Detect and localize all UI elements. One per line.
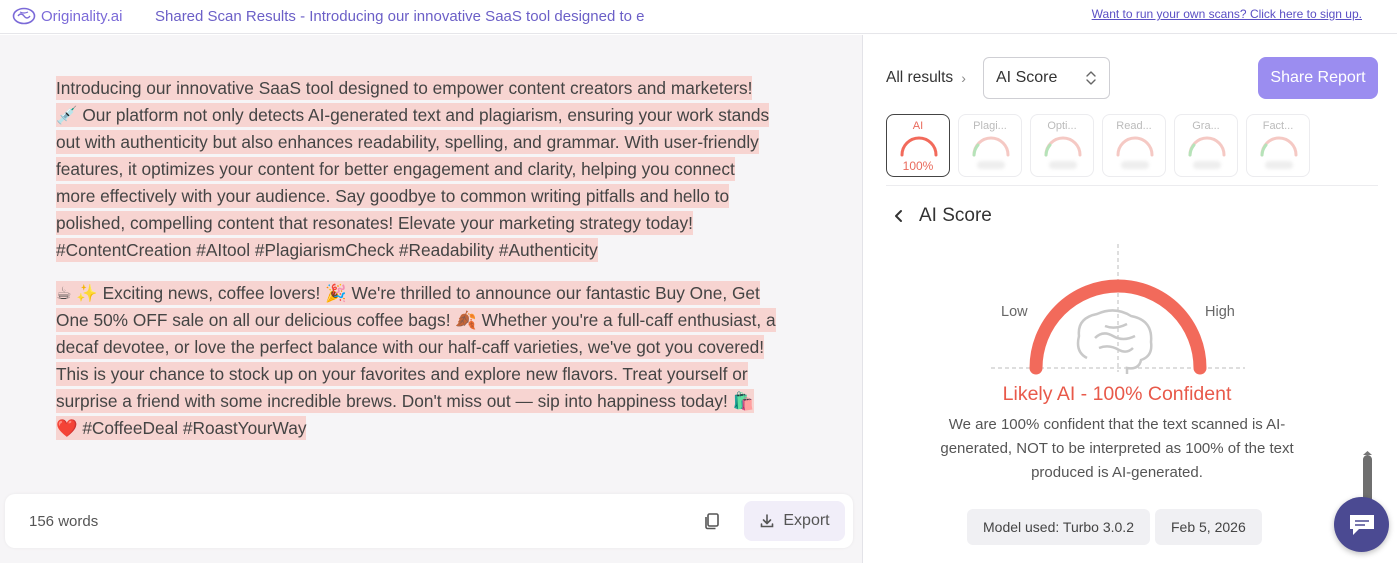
- tab-readability[interactable]: Read...: [1102, 114, 1166, 177]
- blurred-value: [977, 161, 1005, 169]
- verdict-text: Likely AI - 100% Confident: [1002, 383, 1232, 405]
- paragraph: ☕ ✨ Exciting news, coffee lovers! 🎉 We'r…: [56, 280, 776, 442]
- tab-label: AI: [912, 120, 924, 132]
- mini-gauge-icon: [972, 136, 1010, 157]
- verdict-description: We are 100% confident that the text scan…: [940, 416, 1294, 481]
- blurred-value: [1121, 161, 1149, 169]
- tab-label: Opti...: [1047, 120, 1077, 132]
- export-button[interactable]: Export: [744, 501, 845, 541]
- highlighted-text: ☕ ✨ Exciting news, coffee lovers! 🎉 We'r…: [56, 281, 776, 440]
- download-icon: [761, 514, 774, 528]
- updown-chevron-icon: [1086, 71, 1096, 85]
- date-chip: Feb 5, 2026: [1155, 509, 1262, 545]
- tab-grammar[interactable]: Gra...: [1174, 114, 1238, 177]
- select-value: AI Score: [996, 69, 1058, 86]
- blurred-value: [1265, 161, 1293, 169]
- tab-label: Fact...: [1262, 120, 1294, 132]
- tab-ai[interactable]: AI 100%: [886, 114, 950, 177]
- all-results-label: All results: [886, 69, 954, 86]
- divider: [886, 185, 1378, 186]
- tab-fact-check[interactable]: Fact...: [1246, 114, 1310, 177]
- mini-gauge-icon: [1188, 136, 1226, 157]
- section-title: AI Score: [919, 205, 992, 226]
- word-count: 156 words: [29, 513, 99, 530]
- ai-score-gauge-area: Low High Likely AI - 100% Confident We a…: [863, 240, 1397, 545]
- signup-link[interactable]: Want to run your own scans? Click here t…: [1092, 7, 1362, 21]
- score-tabs: AI 100% Plagi... Opti... Read... Gra... …: [886, 114, 1310, 177]
- paragraph: Introducing our innovative SaaS tool des…: [56, 75, 776, 264]
- mini-gauge-icon: [1116, 136, 1154, 157]
- meta-chips: Model used: Turbo 3.0.2 Feb 5, 2026: [967, 509, 1262, 545]
- top-bar: Originality.ai Shared Scan Results - Int…: [0, 0, 1397, 34]
- mini-gauge-icon: [1260, 136, 1298, 157]
- chat-button[interactable]: [1334, 497, 1389, 552]
- export-label: Export: [783, 512, 830, 529]
- gauge-high-label: High: [1205, 304, 1235, 320]
- scanned-text: Introducing our innovative SaaS tool des…: [56, 75, 776, 458]
- tab-label: Gra...: [1192, 120, 1220, 132]
- model-chip: Model used: Turbo 3.0.2: [967, 509, 1150, 545]
- copy-icon[interactable]: [702, 511, 722, 531]
- document-footer: 156 words Export: [5, 494, 853, 548]
- highlighted-text: Introducing our innovative SaaS tool des…: [56, 76, 770, 262]
- brain-watermark-icon: [1076, 309, 1153, 374]
- mini-gauge-icon: [900, 136, 938, 157]
- brain-logo-icon: [12, 7, 36, 25]
- all-results-link[interactable]: All results ›: [886, 69, 966, 87]
- blurred-value: [1049, 161, 1077, 169]
- score-type-select[interactable]: AI Score: [983, 57, 1110, 99]
- blurred-value: [1193, 161, 1221, 169]
- mini-gauge-icon: [1044, 136, 1082, 157]
- chat-icon: [1349, 514, 1374, 535]
- tab-label: Read...: [1116, 120, 1152, 132]
- document-panel: Introducing our innovative SaaS tool des…: [0, 35, 862, 563]
- tab-plagiarism[interactable]: Plagi...: [958, 114, 1022, 177]
- back-chevron-icon[interactable]: [893, 209, 905, 223]
- gauge-low-label: Low: [1001, 304, 1028, 320]
- share-report-button[interactable]: Share Report: [1258, 57, 1378, 99]
- tab-optimization[interactable]: Opti...: [1030, 114, 1094, 177]
- chevron-right-icon: ›: [961, 70, 966, 86]
- logo-text: Originality.ai: [41, 7, 123, 25]
- logo[interactable]: Originality.ai: [12, 7, 122, 25]
- section-header: AI Score: [893, 205, 992, 227]
- tab-value: 100%: [902, 159, 934, 173]
- document-title: Shared Scan Results - Introducing our in…: [155, 8, 645, 25]
- results-panel: All results › AI Score Share Report AI 1…: [863, 35, 1397, 563]
- tab-label: Plagi...: [973, 120, 1007, 132]
